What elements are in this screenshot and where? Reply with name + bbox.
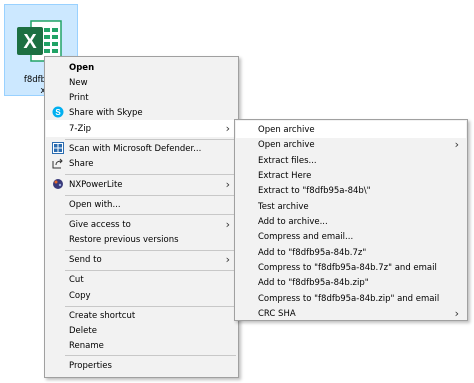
menu-separator	[65, 306, 236, 307]
menu-item-copy[interactable]: Copy	[47, 288, 236, 303]
menu-item-scan-defender[interactable]: Scan with Microsoft Defender...	[47, 141, 236, 156]
menu-item-rename[interactable]: Rename	[47, 338, 236, 353]
submenu-item-compress-7z-email[interactable]: Compress to "f8dfb95a-84b.7z" and email	[237, 260, 465, 275]
menu-item-share-with-skype[interactable]: S Share with Skype	[47, 105, 236, 120]
context-menu: Open New Print S Share with Skype 7-Zip …	[44, 56, 239, 378]
submenu-item-crc-sha[interactable]: CRC SHA ›	[237, 306, 465, 321]
svg-text:X: X	[23, 31, 37, 53]
submenu-item-extract-to[interactable]: Extract to "f8dfb95a-84b\"	[237, 183, 465, 198]
submenu-item-open-archive[interactable]: Open archive	[236, 121, 466, 138]
menu-item-cut[interactable]: Cut	[47, 272, 236, 287]
chevron-right-icon: ›	[225, 178, 230, 191]
submenu-item-open-archive-more[interactable]: Open archive ›	[237, 137, 465, 152]
menu-item-restore-previous-versions[interactable]: Restore previous versions	[47, 232, 236, 247]
submenu-item-extract-files[interactable]: Extract files...	[237, 153, 465, 168]
submenu-item-add-to-archive[interactable]: Add to archive...	[237, 214, 465, 229]
menu-separator	[65, 250, 236, 251]
menu-item-give-access-to[interactable]: Give access to ›	[47, 217, 236, 232]
submenu-item-test-archive[interactable]: Test archive	[237, 199, 465, 214]
chevron-right-icon: ›	[454, 138, 459, 151]
defender-icon	[52, 142, 64, 154]
desktop: X f8dfb95a x Open New Print S Share with…	[0, 0, 474, 383]
menu-separator	[65, 174, 236, 175]
submenu-item-compress-zip-email[interactable]: Compress to "f8dfb95a-84b.zip" and email	[237, 291, 465, 306]
skype-icon: S	[52, 106, 64, 118]
submenu-item-extract-here[interactable]: Extract Here	[237, 168, 465, 183]
svg-text:S: S	[55, 108, 61, 117]
menu-item-print[interactable]: Print	[47, 90, 236, 105]
7zip-submenu: Open archive Open archive › Extract file…	[234, 119, 468, 321]
menu-item-send-to[interactable]: Send to ›	[47, 252, 236, 267]
menu-item-nxpowerlite[interactable]: NXPowerLite ›	[47, 177, 236, 192]
chevron-right-icon: ›	[225, 122, 230, 135]
menu-separator	[65, 270, 236, 271]
menu-separator	[65, 214, 236, 215]
menu-item-7zip[interactable]: 7-Zip ›	[46, 120, 237, 137]
menu-item-open-with[interactable]: Open with...	[47, 197, 236, 212]
menu-item-delete[interactable]: Delete	[47, 323, 236, 338]
submenu-item-add-to-zip[interactable]: Add to "f8dfb95a-84b.zip"	[237, 275, 465, 290]
chevron-right-icon: ›	[225, 253, 230, 266]
chevron-right-icon: ›	[225, 218, 230, 231]
menu-separator	[65, 139, 236, 140]
share-icon	[52, 158, 63, 169]
menu-item-properties[interactable]: Properties	[47, 358, 236, 373]
menu-item-create-shortcut[interactable]: Create shortcut	[47, 308, 236, 323]
menu-item-share[interactable]: Share	[47, 156, 236, 171]
menu-item-new[interactable]: New	[47, 75, 236, 90]
chevron-right-icon: ›	[454, 307, 459, 320]
submenu-item-add-to-7z[interactable]: Add to "f8dfb95a-84b.7z"	[237, 245, 465, 260]
submenu-item-compress-and-email[interactable]: Compress and email...	[237, 229, 465, 244]
menu-separator	[65, 355, 236, 356]
nxpowerlite-icon	[53, 179, 63, 189]
menu-item-open[interactable]: Open	[47, 60, 236, 75]
menu-separator	[65, 195, 236, 196]
